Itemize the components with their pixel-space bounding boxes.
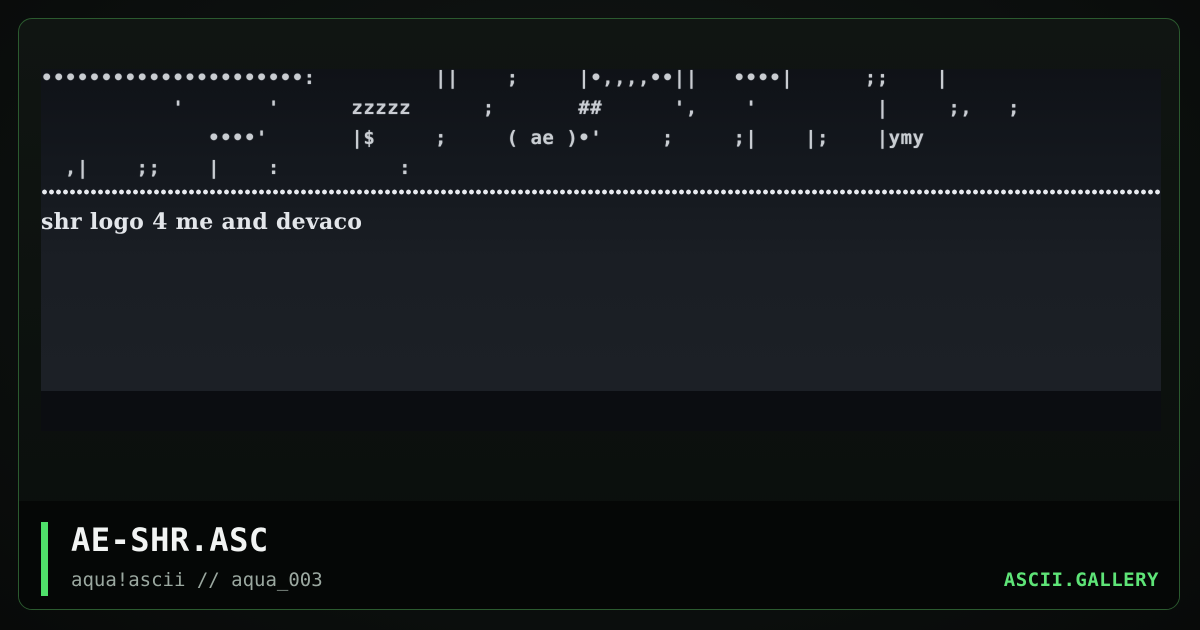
card-footer: AE-SHR.ASC aqua!ascii // aqua_003 ASCII.… [19,501,1179,609]
dotted-divider [41,188,1161,196]
site-brand[interactable]: ASCII.GALLERY [1004,569,1159,591]
og-card-page: ••••••••••••••••••••••: || ; |•,,,,••|| … [0,0,1200,630]
gallery-card: ••••••••••••••••••••••: || ; |•,,,,••|| … [18,18,1180,610]
preview-bottom-strip [41,391,1161,431]
ascii-art-block: ••••••••••••••••••••••: || ; |•,,,,••|| … [41,69,1020,179]
accent-bar [41,522,48,596]
artwork-author: aqua!ascii // aqua_003 [71,569,323,591]
ascii-caption: shr logo 4 me and devaco [41,209,363,235]
artwork-title: AE-SHR.ASC [71,521,269,559]
ascii-canvas: ••••••••••••••••••••••: || ; |•,,,,••|| … [41,69,1161,391]
ascii-preview[interactable]: ••••••••••••••••••••••: || ; |•,,,,••|| … [41,69,1161,431]
